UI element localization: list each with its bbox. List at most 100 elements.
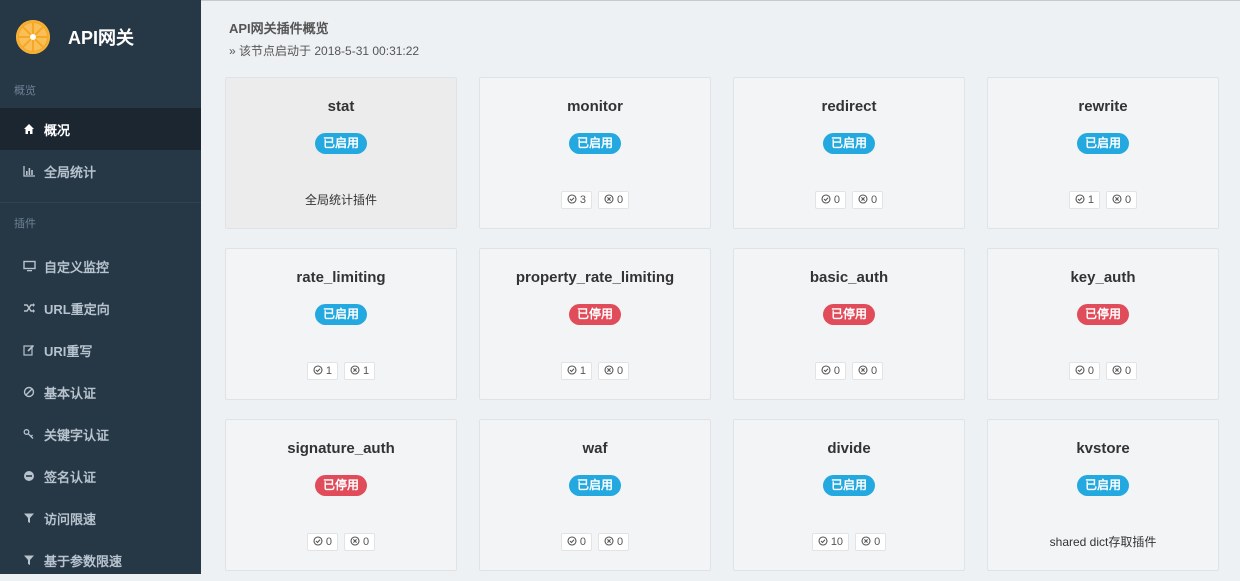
plugin-name: key_auth <box>1070 269 1136 286</box>
error-count-value: 0 <box>871 365 878 377</box>
sidebar-item-basic-auth[interactable]: 基本认证 <box>0 371 201 413</box>
sidebar-item-label: 基本认证 <box>44 385 97 401</box>
sidebar-item-url-redirect[interactable]: URL重定向 <box>0 287 201 329</box>
plugin-name: divide <box>827 440 871 457</box>
check-circle-icon <box>313 535 326 549</box>
success-count-value: 1 <box>325 365 332 377</box>
x-circle-icon <box>604 535 617 549</box>
sidebar-item-label: 访问限速 <box>44 511 97 527</box>
x-circle-icon <box>861 535 874 549</box>
section-label-overview: 概览 <box>14 85 36 97</box>
status-badge: 已停用 <box>1076 304 1130 325</box>
sidebar-item-uri-rewrite[interactable]: URI重写 <box>0 329 201 371</box>
check-circle-icon <box>1075 364 1088 378</box>
x-circle-icon <box>858 193 871 207</box>
check-circle-icon <box>818 535 831 549</box>
sidebar-item-label: 自定义监控 <box>44 259 110 275</box>
plugin-description: 全局统计插件 <box>304 193 377 207</box>
plugin-card-rewrite[interactable]: rewrite 已启用 1 0 <box>987 77 1219 229</box>
sidebar-item-label: 基于参数限速 <box>44 553 123 569</box>
sidebar-item-label: URI重写 <box>44 343 93 359</box>
x-circle-icon <box>604 364 617 378</box>
plugin-card-basic-auth[interactable]: basic_auth 已停用 0 0 <box>733 248 965 400</box>
plugin-card-signature-auth[interactable]: signature_auth 已停用 0 0 <box>225 419 457 571</box>
error-count: 0 <box>598 533 630 551</box>
monitor-icon <box>22 259 36 273</box>
check-circle-icon <box>821 364 834 378</box>
plugin-card-rate-limiting[interactable]: rate_limiting 已启用 1 1 <box>225 248 457 400</box>
plugin-counts: 11 <box>226 362 456 380</box>
error-count-value: 0 <box>871 194 878 206</box>
plugin-counts: 00 <box>226 533 456 551</box>
plugin-counts: 30 <box>480 191 710 209</box>
plugin-counts: 10 0 <box>734 533 964 551</box>
check-circle-icon <box>313 364 326 378</box>
error-count-value: 0 <box>617 536 624 548</box>
plugin-card-redirect[interactable]: redirect 已启用 0 0 <box>733 77 965 229</box>
plugin-card-stat[interactable]: stat 已启用全局统计插件 <box>225 77 457 229</box>
sidebar-item-label: 关键字认证 <box>44 427 110 443</box>
plugin-card-kvstore[interactable]: kvstore 已启用 shared dict存取插件 <box>987 419 1219 571</box>
plugin-card-property-rate-limiting[interactable]: property_rate_limiting 已停用 1 0 <box>479 248 711 400</box>
brand[interactable]: API网关 <box>0 0 201 74</box>
sidebar-item-rate-limit[interactable]: 访问限速 <box>0 497 201 539</box>
success-count-value: 1 <box>1087 194 1094 206</box>
success-count-value: 0 <box>1087 365 1094 377</box>
node-start-time: » 该节点启动于 2018-5-31 00:31:22 <box>229 44 420 58</box>
sidebar-item-signature-auth[interactable]: 签名认证 <box>0 455 201 497</box>
error-count-value: 0 <box>1125 194 1132 206</box>
x-circle-icon <box>858 364 871 378</box>
status-badge: 已启用 <box>822 475 876 496</box>
x-circle-icon <box>604 193 617 207</box>
success-count: 3 <box>560 191 592 209</box>
error-count: 0 <box>598 362 630 380</box>
bar-chart-icon <box>22 164 36 178</box>
check-circle-icon <box>567 535 580 549</box>
plugin-card-monitor[interactable]: monitor 已启用 3 0 <box>479 77 711 229</box>
shuffle-icon <box>22 301 36 315</box>
sidebar-item-property-rate-limit[interactable]: 基于参数限速 <box>0 539 201 581</box>
sidebar-item-label: URL重定向 <box>44 301 110 317</box>
main-content: API网关插件概览 » 该节点启动于 2018-5-31 00:31:22 st… <box>201 0 1240 574</box>
error-count: 0 <box>598 191 630 209</box>
sidebar-item-label: 签名认证 <box>44 469 97 485</box>
sidebar-item-key-auth[interactable]: 关键字认证 <box>0 413 201 455</box>
success-count-value: 0 <box>579 536 586 548</box>
success-count: 0 <box>814 362 846 380</box>
check-circle-icon <box>821 193 834 207</box>
ban-icon <box>22 385 36 399</box>
status-badge: 已启用 <box>822 133 876 154</box>
sidebar-item-label: 概况 <box>44 122 71 138</box>
error-count: 0 <box>1106 191 1138 209</box>
success-count: 0 <box>306 533 338 551</box>
plugin-name: kvstore <box>1076 440 1130 457</box>
error-count-value: 1 <box>363 365 370 377</box>
orange-logo-icon <box>16 20 50 54</box>
status-badge: 已启用 <box>314 133 368 154</box>
sidebar-item-global-stats[interactable]: 全局统计 <box>0 150 201 192</box>
plugin-name: stat <box>327 98 355 115</box>
status-badge: 已启用 <box>1076 133 1130 154</box>
success-count: 1 <box>560 362 592 380</box>
plugin-card-key-auth[interactable]: key_auth 已停用 0 0 <box>987 248 1219 400</box>
error-count-value: 0 <box>1125 365 1132 377</box>
status-badge: 已停用 <box>568 304 622 325</box>
sidebar-item-label: 全局统计 <box>44 164 97 180</box>
success-count-value: 3 <box>579 194 586 206</box>
success-count: 1 <box>1068 191 1100 209</box>
success-count-value: 10 <box>830 536 844 548</box>
status-badge: 已启用 <box>568 133 622 154</box>
status-badge: 已停用 <box>822 304 876 325</box>
sidebar-item-custom-monitor[interactable]: 自定义监控 <box>0 245 201 287</box>
plugin-name: monitor <box>567 98 623 115</box>
error-count-value: 0 <box>363 536 370 548</box>
success-count: 1 <box>306 362 338 380</box>
error-count: 1 <box>344 362 376 380</box>
sidebar-item-overview[interactable]: 概况 <box>0 108 201 150</box>
error-count: 0 <box>852 191 884 209</box>
plugin-name: rate_limiting <box>296 269 386 286</box>
x-circle-icon <box>1112 193 1125 207</box>
x-circle-icon <box>350 364 363 378</box>
plugin-card-divide[interactable]: divide 已启用 10 0 <box>733 419 965 571</box>
plugin-card-waf[interactable]: waf 已启用 0 0 <box>479 419 711 571</box>
